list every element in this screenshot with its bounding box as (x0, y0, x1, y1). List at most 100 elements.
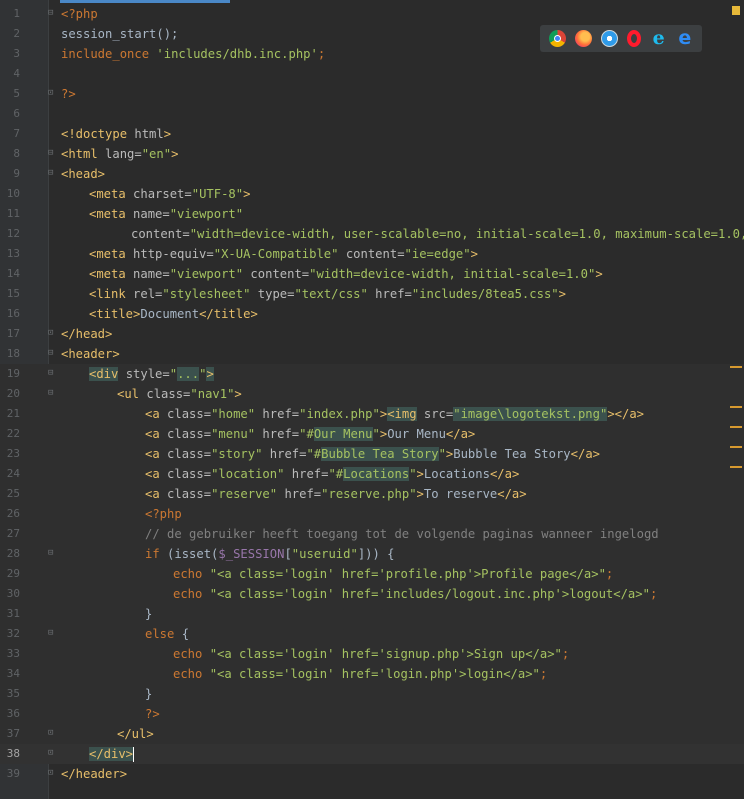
code-line-13[interactable]: 13 <meta http-equiv="X-UA-Compatible" con… (0, 244, 744, 264)
code-editor[interactable]: 1 ⊟ <?php 2 session_start(); 3 include_once … (0, 4, 744, 784)
code-line-26[interactable]: 26 <?php (0, 504, 744, 524)
fold-icon[interactable]: ⊟ (48, 629, 57, 638)
code-token: > (206, 367, 214, 381)
fold-icon[interactable]: ⊟ (48, 549, 57, 558)
warning-icon[interactable] (732, 6, 740, 15)
edge-icon[interactable]: e (676, 29, 693, 48)
code-token: "<a class='login' href='profile.php'>Pro… (202, 567, 606, 581)
code-token: <a (145, 407, 160, 421)
firefox-icon[interactable] (574, 30, 592, 47)
line-number: 15 (6, 287, 20, 300)
code-token: </ul> (117, 727, 154, 741)
code-token: { (174, 627, 190, 641)
code-token: ; (561, 647, 570, 661)
code-line-18[interactable]: 18 ⊟ <header> (0, 344, 744, 364)
code-line-39[interactable]: 39 ⊡ </header> (0, 764, 744, 784)
code-token: </a> (570, 447, 601, 461)
code-line-29[interactable]: 29 echo "<a class='login' href='profile.p… (0, 564, 744, 584)
code-line-35[interactable]: 35} (0, 684, 744, 704)
ie-icon[interactable]: e (650, 29, 667, 48)
fold-icon[interactable]: ⊟ (48, 389, 57, 398)
line-number: 37 (6, 727, 20, 740)
code-line-28[interactable]: 28 ⊟ if (isset($_SESSION["useruid"])) { (0, 544, 744, 564)
code-line-25[interactable]: 25 <a class="reserve" href="reserve.php">… (0, 484, 744, 504)
code-token: "text/css" (294, 287, 368, 301)
code-line-7[interactable]: 7 <!doctype html> (0, 124, 744, 144)
code-token: style= (118, 367, 170, 381)
code-line-12[interactable]: 12 content="width=device-width, user-scal… (0, 224, 744, 244)
line-number: 27 (6, 527, 20, 540)
code-line-8[interactable]: 8 ⊟ <html lang="en"> (0, 144, 744, 164)
line-number: 26 (6, 507, 20, 520)
fold-icon[interactable]: ⊟ (48, 149, 57, 158)
fold-end-icon[interactable]: ⊡ (48, 89, 57, 98)
code-line-31[interactable]: 31} (0, 604, 744, 624)
code-line-32[interactable]: 32 ⊟ else { (0, 624, 744, 644)
code-line-10[interactable]: 10 <meta charset="UTF-8"> (0, 184, 744, 204)
code-line-6[interactable]: 6 (0, 104, 744, 124)
line-number: 10 (6, 187, 20, 200)
line-number: 32 (6, 627, 20, 640)
fold-icon[interactable]: ⊟ (48, 169, 57, 178)
code-token: href= (277, 487, 322, 501)
code-line-19[interactable]: 19 ⊟ <div style="..."> (0, 364, 744, 384)
code-token: echo (173, 647, 203, 661)
line-number: 14 (6, 267, 20, 280)
code-line-38[interactable]: 38 ⊡ </div> (0, 744, 744, 764)
code-line-5[interactable]: 5 ⊡ ?> (0, 84, 744, 104)
code-token: ></a> (607, 407, 645, 421)
error-stripe-marker[interactable] (730, 466, 742, 468)
code-line-4[interactable]: 4 (0, 64, 744, 84)
code-line-30[interactable]: 30 echo "<a class='login' href='includes/… (0, 584, 744, 604)
editor-scrollbar[interactable] (730, 0, 744, 799)
code-line-22[interactable]: 22 <a class="menu" href="#Our Menu">Our M… (0, 424, 744, 444)
code-line-21[interactable]: 21 <a class="home" href="index.php"><img … (0, 404, 744, 424)
collapsed-region[interactable]: ... (177, 367, 200, 381)
code-token: href= (255, 427, 300, 441)
fold-end-icon[interactable]: ⊡ (48, 329, 57, 338)
code-line-36[interactable]: 36 ?> (0, 704, 744, 724)
code-token: </a> (445, 427, 476, 441)
fold-icon[interactable]: ⊟ (48, 369, 57, 378)
code-line-14[interactable]: 14 <meta name="viewport" content="width=d… (0, 264, 744, 284)
code-token: Our Menu (313, 427, 373, 441)
error-stripe-marker[interactable] (730, 446, 742, 448)
code-line-16[interactable]: 16 <title>Document</title> (0, 304, 744, 324)
code-token: <head> (61, 167, 106, 181)
fold-icon[interactable]: ⊟ (48, 349, 57, 358)
code-line-15[interactable]: 15 <link rel="stylesheet" type="text/css"… (0, 284, 744, 304)
code-token: " (438, 447, 446, 461)
code-token: <!doctype (61, 127, 128, 141)
code-token: charset= (125, 187, 192, 201)
code-token: Bubble Tea Story (453, 447, 571, 461)
code-line-34[interactable]: 34 echo "<a class='login' href='login.php… (0, 664, 744, 684)
fold-end-icon[interactable]: ⊡ (48, 749, 57, 758)
error-stripe-marker[interactable] (730, 426, 742, 428)
code-token: <html (61, 147, 98, 161)
code-line-27[interactable]: 27 // de gebruiker heeft toegang tot de v… (0, 524, 744, 544)
error-stripe-marker[interactable] (730, 406, 742, 408)
code-line-11[interactable]: 11 <meta name="viewport" (0, 204, 744, 224)
code-line-33[interactable]: 33 echo "<a class='login' href='signup.ph… (0, 644, 744, 664)
safari-icon[interactable] (600, 30, 618, 47)
code-token: "stylesheet" (162, 287, 251, 301)
code-token: <a (145, 447, 160, 461)
code-line-9[interactable]: 9 ⊟ <head> (0, 164, 744, 184)
chrome-icon[interactable] (548, 30, 566, 47)
code-line-20[interactable]: 20 ⊟ <ul class="nav1"> (0, 384, 744, 404)
code-line-23[interactable]: 23 <a class="story" href="#Bubble Tea Sto… (0, 444, 744, 464)
code-line-37[interactable]: 37 ⊡ </ul> (0, 724, 744, 744)
opera-icon[interactable] (627, 30, 642, 47)
code-line-24[interactable]: 24 <a class="location" href="#Locations">… (0, 464, 744, 484)
code-comment: // de gebruiker heeft toegang tot de vol… (145, 527, 659, 541)
fold-icon[interactable]: ⊟ (48, 9, 57, 18)
fold-end-icon[interactable]: ⊡ (48, 769, 57, 778)
fold-end-icon[interactable]: ⊡ (48, 729, 57, 738)
code-token: <meta (89, 247, 126, 261)
code-token: <title> (89, 307, 141, 321)
code-token: <?php (145, 507, 182, 521)
code-line-17[interactable]: 17 ⊡ </head> (0, 324, 744, 344)
code-token: src= (416, 407, 454, 421)
code-line-1[interactable]: 1 ⊟ <?php (0, 4, 744, 24)
error-stripe-marker[interactable] (730, 366, 742, 368)
